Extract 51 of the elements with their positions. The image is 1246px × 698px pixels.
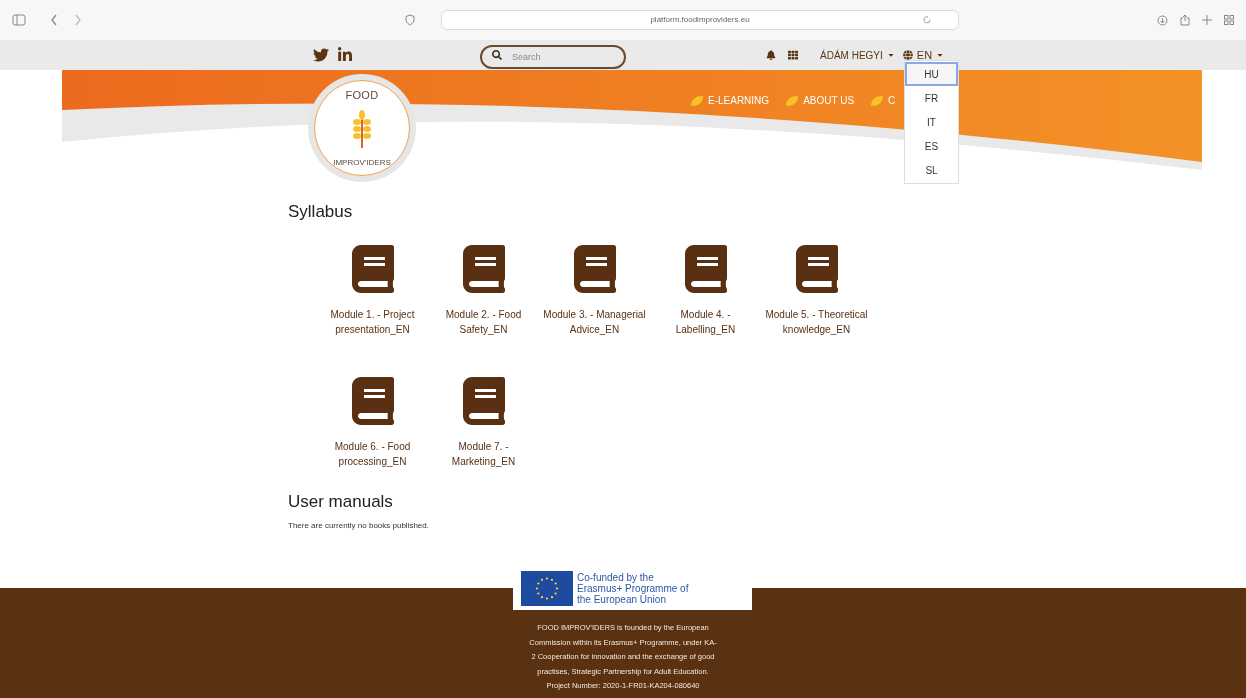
leaf-icon [690, 94, 704, 107]
book-icon [573, 244, 616, 293]
forward-icon[interactable] [74, 14, 82, 26]
plus-icon[interactable] [1202, 15, 1212, 25]
grid-icon[interactable] [1224, 15, 1234, 25]
module-link[interactable]: Module 3. - Managerial Advice_EN [539, 244, 650, 337]
user-menu[interactable]: ÁDÁM HEGYI [820, 47, 895, 63]
back-icon[interactable] [50, 14, 58, 26]
eu-flag-icon [521, 571, 573, 606]
wheat-fork-icon [350, 110, 374, 151]
share-icon[interactable] [1180, 14, 1190, 26]
module-link[interactable]: Module 1. - Project presentation_EN [317, 244, 428, 337]
twitter-icon[interactable] [313, 47, 329, 63]
module-link[interactable]: Module 5. - Theoretical knowledge_EN [761, 244, 872, 337]
module-link[interactable]: Module 7. - Marketing_EN [428, 376, 539, 469]
sidebar-icon[interactable] [12, 14, 26, 26]
book-icon [351, 376, 394, 425]
section-heading: User manuals [288, 490, 394, 513]
module-link[interactable]: Module 2. - Food Safety_EN [428, 244, 539, 337]
leaf-icon [785, 94, 800, 107]
caret-icon [886, 51, 895, 59]
book-icon [795, 244, 838, 293]
logo-text: IMPROV'IDERS [333, 157, 391, 169]
language-option[interactable]: SL [905, 158, 958, 182]
globe-icon [902, 50, 913, 60]
caret-icon [936, 51, 945, 59]
bell-icon[interactable] [766, 50, 776, 60]
book-icon [684, 244, 727, 293]
module-link[interactable]: Module 6. - Food processing_EN [317, 376, 428, 469]
section-heading: Syllabus [288, 201, 354, 223]
address-bar[interactable]: platform.foodimproviders.eu [441, 10, 959, 30]
empty-message: There are currently no books published. [288, 520, 430, 532]
logo-text: FOOD [345, 88, 379, 103]
reload-icon[interactable] [922, 15, 932, 25]
search-field[interactable]: Search [480, 45, 626, 69]
language-option[interactable]: HU [905, 62, 958, 86]
logo[interactable]: FOOD IMPROV'IDERS [308, 74, 416, 182]
language-menu[interactable]: EN [902, 46, 945, 64]
book-icon [462, 244, 505, 293]
book-icon [351, 244, 394, 293]
module-link[interactable]: Module 4. - Labelling_EN [650, 244, 761, 337]
apps-grid-icon[interactable] [788, 50, 798, 60]
book-icon [462, 376, 505, 425]
search-icon [492, 50, 502, 60]
shield-icon[interactable] [405, 14, 415, 26]
linkedin-icon[interactable] [337, 47, 353, 63]
language-option[interactable]: ES [905, 134, 958, 158]
leaf-icon [870, 94, 885, 107]
language-option[interactable]: FR [905, 86, 958, 110]
download-icon[interactable] [1157, 14, 1168, 26]
language-option[interactable]: IT [905, 110, 958, 134]
